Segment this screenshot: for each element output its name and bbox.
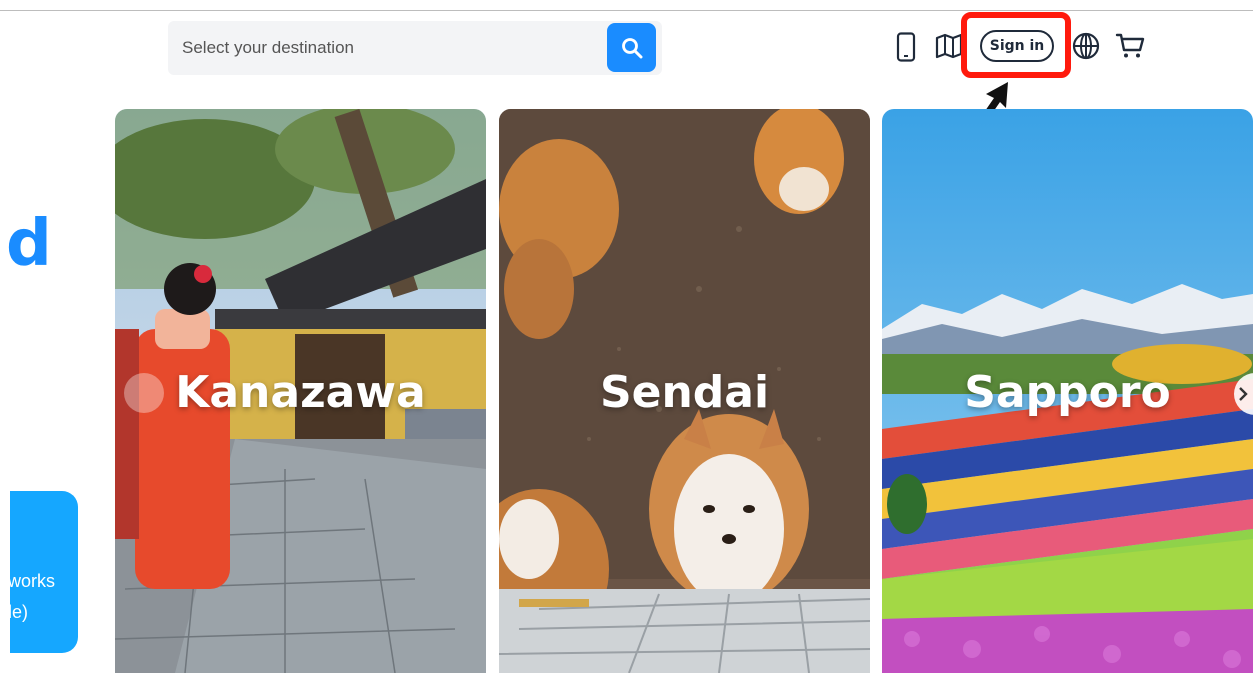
carousel-prev-button[interactable] xyxy=(124,373,164,413)
destination-title: Sendai xyxy=(599,367,770,418)
search-bar xyxy=(168,21,662,75)
phone-icon xyxy=(896,32,916,62)
destination-card-kanazawa[interactable]: Kanazawa xyxy=(115,109,486,673)
destination-card-sapporo[interactable]: Sapporo xyxy=(882,109,1253,673)
promo-number: 0 xyxy=(0,521,11,551)
promo-text-line: works xyxy=(8,571,56,591)
destination-search-input[interactable] xyxy=(168,21,598,75)
promo-text-line: le) xyxy=(8,602,29,622)
sign-in-highlight-box xyxy=(961,12,1071,78)
search-button[interactable] xyxy=(607,23,656,72)
cart-link[interactable] xyxy=(1115,32,1145,60)
search-icon xyxy=(621,37,642,58)
partial-promo-card[interactable]: 0 works le) xyxy=(0,491,78,653)
cart-icon xyxy=(1115,33,1145,58)
globe-icon xyxy=(1072,32,1100,60)
destination-title: Sapporo xyxy=(964,367,1171,418)
partial-heading: d xyxy=(6,207,52,281)
destination-title: Kanazawa xyxy=(175,367,426,418)
destination-card-sendai[interactable]: Sendai xyxy=(499,109,870,673)
language-selector[interactable] xyxy=(1072,32,1100,60)
top-divider xyxy=(0,10,1253,11)
chevron-right-icon xyxy=(1239,387,1248,401)
app-download-link[interactable] xyxy=(895,32,917,62)
